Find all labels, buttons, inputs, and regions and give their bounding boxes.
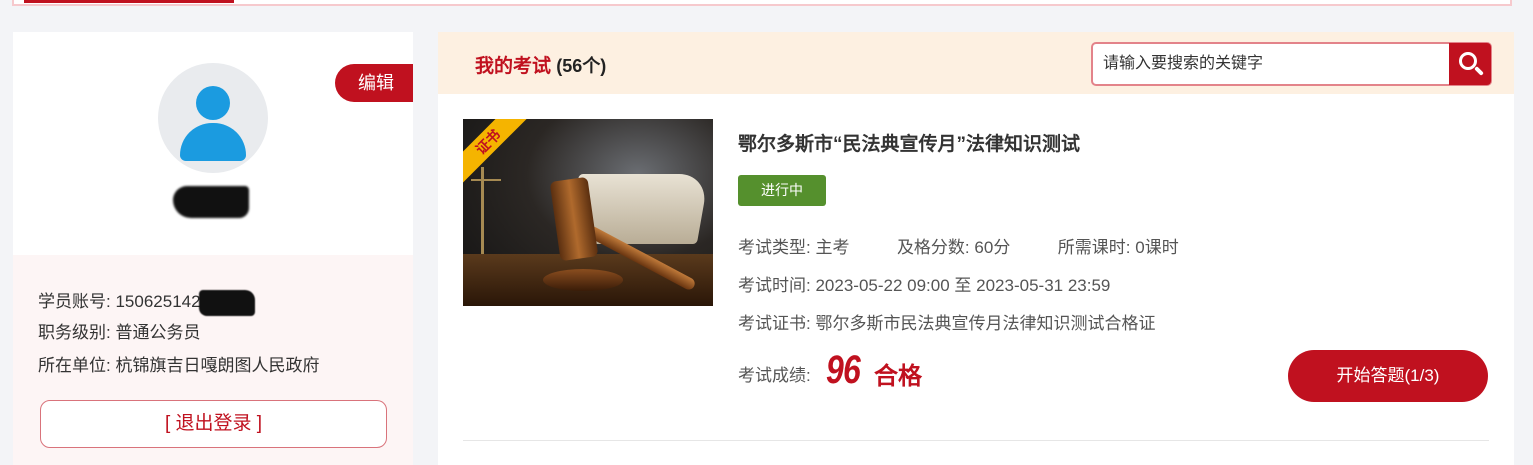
logout-button[interactable]: [ 退出登录 ] [40,400,387,448]
exam-count: (56个) [556,56,607,76]
active-tab-indicator [24,0,234,3]
account-row: 学员账号: 150625142 [38,287,255,316]
cert-value: 鄂尔多斯市民法典宣传月法律知识测试合格证 [815,314,1156,333]
exam-header: 我的考试 (56个) [438,32,1514,94]
user-icon-body [180,123,246,161]
user-icon [196,86,230,120]
start-exam-button[interactable]: 开始答题(1/3) [1288,350,1488,402]
rank-label: 职务级别: [38,323,111,342]
type-label: 考试类型: [738,238,811,257]
search-icon-handle [1474,66,1484,76]
exam-panel: 我的考试 (56个) 证书 鄂尔多斯市“民法典宣传月”法律知识测试 进行中 考试… [438,32,1514,465]
time-value: 2023-05-22 09:00 至 2023-05-31 23:59 [815,276,1111,295]
account-label: 学员账号: [38,292,111,311]
profile-panel: 编辑 学员账号: 150625142 职务级别: 普通公务员 所在单位: 杭锦旗… [13,32,413,465]
unit-label: 所在单位: [38,356,111,375]
unit-value: 杭锦旗吉日嘎朗图人民政府 [115,356,320,375]
unit-row: 所在单位: 杭锦旗吉日嘎朗图人民政府 [38,351,319,376]
type-value: 主考 [815,238,850,257]
time-label: 考试时间: [738,276,811,295]
account-value: 150625142 [115,292,201,311]
status-badge: 进行中 [738,175,826,206]
rank-row: 职务级别: 普通公务员 [38,318,200,343]
user-name [173,182,249,220]
score-label: 考试成绩: [738,366,811,385]
score-result: 合格 [874,363,922,390]
search-input[interactable] [1103,49,1443,79]
pass-label: 及格分数: [896,238,970,257]
exam-cert-row: 考试证书: 鄂尔多斯市民法典宣传月法律知识测试合格证 [738,309,1155,334]
avatar [158,63,268,173]
exam-title-label: 我的考试 [475,56,552,77]
score-value: 96 [826,348,861,392]
top-nav-strip [12,0,1512,6]
cert-label: 考试证书: [738,314,811,333]
edit-profile-button[interactable]: 编辑 [335,64,413,102]
divider [463,440,1489,441]
search-box [1091,42,1492,86]
exam-name[interactable]: 鄂尔多斯市“民法典宣传月”法律知识测试 [738,129,1080,156]
scale-bar [471,179,501,181]
page-title: 我的考试 (56个) [475,51,606,78]
search-button[interactable] [1449,43,1491,85]
exam-time-row: 考试时间: 2023-05-22 09:00 至 2023-05-31 23:5… [738,271,1110,296]
rank-value: 普通公务员 [115,323,201,342]
profile-header: 编辑 [13,32,413,255]
exam-meta-row: 考试类型: 主考 及格分数: 60分 所需课时: 0课时 [738,233,1179,258]
pass-value: 60分 [974,238,1011,257]
redacted-account [198,289,255,316]
redacted-name [173,186,249,218]
gavel-base [543,269,623,291]
profile-info: 学员账号: 150625142 职务级别: 普通公务员 所在单位: 杭锦旗吉日嘎… [13,255,413,465]
hours-label: 所需课时: [1057,238,1131,257]
hours-value: 0课时 [1135,238,1179,257]
exam-thumbnail[interactable]: 证书 [463,119,713,306]
